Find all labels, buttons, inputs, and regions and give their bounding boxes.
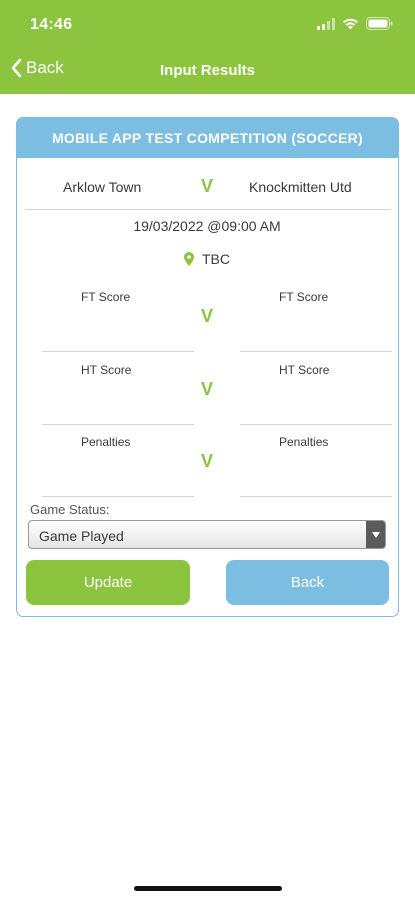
away-ht-score-input[interactable] — [240, 424, 392, 425]
home-team-name: Arklow Town — [63, 179, 142, 195]
match-datetime: 19/03/2022 @09:00 AM — [133, 218, 281, 234]
page-title: Input Results — [159, 62, 255, 79]
away-team-name: Knockmitten Utd — [249, 179, 352, 195]
penalties-versus-label: V — [201, 451, 214, 471]
penalties-row: Penalties V Penalties — [17, 433, 397, 503]
status-bar: 14:46 — [0, 0, 415, 46]
venue-label: TBC — [202, 251, 230, 267]
status-icons — [317, 17, 393, 30]
divider — [25, 209, 391, 210]
battery-icon — [366, 17, 393, 30]
update-button[interactable]: Update — [26, 560, 190, 605]
back-button[interactable]: Back — [226, 560, 389, 605]
home-ht-score-label: HT Score — [81, 363, 132, 377]
dropdown-arrow-icon — [366, 521, 385, 548]
versus-label: V — [201, 176, 214, 196]
signal-icon — [317, 17, 335, 30]
away-ft-score-input[interactable] — [240, 351, 392, 352]
home-ft-score-label: FT Score — [81, 290, 131, 304]
app-header: 14:46 Back Input Results — [0, 0, 415, 94]
away-penalties-input[interactable] — [240, 496, 392, 497]
away-ft-score-label: FT Score — [279, 290, 329, 304]
nav-bar: Back Input Results — [0, 46, 415, 94]
status-time: 14:46 — [30, 16, 73, 33]
away-penalties-label: Penalties — [279, 435, 329, 449]
game-status-label: Game Status: — [30, 502, 110, 517]
home-ft-score-input[interactable] — [42, 351, 194, 352]
home-penalties-label: Penalties — [81, 435, 131, 449]
home-indicator — [134, 886, 282, 891]
game-status-value: Game Played — [39, 528, 124, 544]
home-penalties-input[interactable] — [42, 496, 194, 497]
wifi-icon — [343, 18, 358, 29]
result-card: MOBILE APP TEST COMPETITION (SOCCER) Ark… — [16, 117, 399, 617]
location-pin-icon — [184, 252, 194, 266]
home-ht-score-input[interactable] — [42, 424, 194, 425]
game-status-select[interactable]: Game Played — [28, 520, 386, 549]
ht-versus-label: V — [201, 379, 214, 399]
competition-title: MOBILE APP TEST COMPETITION (SOCCER) — [17, 118, 398, 158]
ft-score-row: FT Score V FT Score — [17, 288, 397, 358]
ft-versus-label: V — [201, 306, 214, 326]
match-venue: TBC — [17, 251, 397, 267]
away-ht-score-label: HT Score — [279, 363, 330, 377]
teams-row: Arklow Town V Knockmitten Utd — [17, 168, 397, 208]
ht-score-row: HT Score V HT Score — [17, 361, 397, 431]
